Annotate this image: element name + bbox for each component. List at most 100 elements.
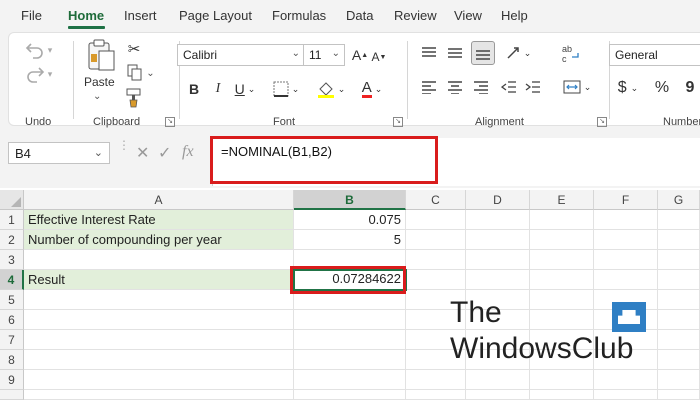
comma-style-button[interactable]: 9 bbox=[679, 77, 700, 99]
empty-cell[interactable] bbox=[594, 390, 658, 400]
column-header-d[interactable]: D bbox=[466, 190, 530, 210]
cell-b4[interactable]: 0.07284622 bbox=[293, 269, 407, 291]
percent-button[interactable]: % bbox=[651, 77, 673, 99]
empty-cell[interactable] bbox=[466, 370, 530, 390]
empty-cell[interactable] bbox=[24, 390, 294, 400]
empty-cell[interactable] bbox=[658, 310, 700, 330]
row-header-1[interactable]: 1 bbox=[0, 210, 24, 230]
empty-cell[interactable] bbox=[24, 350, 294, 370]
empty-cell[interactable] bbox=[530, 390, 594, 400]
row-header-4[interactable]: 4 bbox=[0, 270, 24, 290]
cell-b2[interactable]: 5 bbox=[294, 230, 406, 250]
empty-cell[interactable] bbox=[658, 390, 700, 400]
merge-center-icon[interactable]: ⌄ bbox=[557, 77, 597, 97]
align-right-icon[interactable] bbox=[471, 77, 491, 97]
empty-cell[interactable] bbox=[406, 250, 466, 270]
empty-cell[interactable] bbox=[24, 310, 294, 330]
empty-cell[interactable] bbox=[594, 230, 658, 250]
row-header-8[interactable]: 8 bbox=[0, 350, 24, 370]
column-header-f[interactable]: F bbox=[594, 190, 658, 210]
menu-help[interactable]: Help bbox=[501, 8, 528, 23]
align-bottom-icon[interactable] bbox=[471, 41, 495, 65]
empty-cell[interactable] bbox=[530, 230, 594, 250]
increase-indent-icon[interactable] bbox=[523, 77, 543, 97]
row-header-6[interactable]: 6 bbox=[0, 310, 24, 330]
empty-cell[interactable] bbox=[530, 290, 594, 310]
cut-icon[interactable]: ✂ bbox=[124, 39, 144, 59]
column-header-c[interactable]: C bbox=[406, 190, 466, 210]
empty-cell[interactable] bbox=[406, 210, 466, 230]
italic-button[interactable]: I bbox=[209, 79, 227, 99]
column-header-b[interactable]: B bbox=[294, 190, 406, 210]
cell-a1[interactable]: Effective Interest Rate bbox=[24, 210, 294, 230]
menu-home[interactable]: Home bbox=[68, 8, 104, 23]
column-header-e[interactable]: E bbox=[530, 190, 594, 210]
empty-cell[interactable] bbox=[294, 250, 406, 270]
paste-dropdown-icon[interactable]: ⌄ bbox=[93, 91, 101, 102]
empty-cell[interactable] bbox=[658, 230, 700, 250]
empty-cell[interactable] bbox=[24, 290, 294, 310]
font-name-select[interactable]: Calibri ⌄ bbox=[177, 44, 305, 66]
row-header-5[interactable]: 5 bbox=[0, 290, 24, 310]
empty-cell[interactable] bbox=[294, 390, 406, 400]
font-color-icon[interactable]: A ⌄ bbox=[355, 77, 389, 101]
empty-cell[interactable] bbox=[658, 350, 700, 370]
menu-data[interactable]: Data bbox=[346, 8, 373, 23]
empty-cell[interactable] bbox=[658, 250, 700, 270]
undo-icon[interactable]: ▾ bbox=[23, 39, 53, 61]
empty-cell[interactable] bbox=[658, 210, 700, 230]
menu-file[interactable]: File bbox=[21, 8, 42, 23]
underline-button[interactable]: U ⌄ bbox=[231, 79, 259, 99]
align-top-icon[interactable] bbox=[419, 43, 439, 63]
row-header-7[interactable]: 7 bbox=[0, 330, 24, 350]
font-grow-icon[interactable]: A ▲ bbox=[351, 45, 369, 65]
empty-cell[interactable] bbox=[530, 270, 594, 290]
name-box[interactable]: B4 ⌄ bbox=[8, 142, 110, 164]
clipboard-launcher-icon[interactable]: ↘ bbox=[165, 117, 175, 127]
empty-cell[interactable] bbox=[594, 210, 658, 230]
orientation-icon[interactable]: ⌄ bbox=[501, 43, 535, 63]
select-all-button[interactable] bbox=[0, 190, 24, 210]
empty-cell[interactable] bbox=[466, 210, 530, 230]
align-left-icon[interactable] bbox=[419, 77, 439, 97]
cell-a2[interactable]: Number of compounding per year bbox=[24, 230, 294, 250]
menu-insert[interactable]: Insert bbox=[124, 8, 157, 23]
empty-cell[interactable] bbox=[24, 370, 294, 390]
menu-page-layout[interactable]: Page Layout bbox=[179, 8, 252, 23]
menu-formulas[interactable]: Formulas bbox=[272, 8, 326, 23]
cell-a4[interactable]: Result bbox=[24, 270, 294, 290]
empty-cell[interactable] bbox=[406, 370, 466, 390]
empty-cell[interactable] bbox=[294, 310, 406, 330]
empty-cell[interactable] bbox=[294, 290, 406, 310]
empty-cell[interactable] bbox=[658, 290, 700, 310]
formula-bar-grip[interactable]: ⋮ bbox=[118, 139, 130, 164]
column-header-g[interactable]: G bbox=[658, 190, 700, 210]
paste-icon[interactable] bbox=[83, 37, 119, 73]
fill-color-icon[interactable]: ⌄ bbox=[313, 79, 349, 99]
empty-cell[interactable] bbox=[594, 370, 658, 390]
empty-cell[interactable] bbox=[294, 330, 406, 350]
cancel-icon[interactable]: ✕ bbox=[136, 143, 149, 163]
empty-cell[interactable] bbox=[658, 270, 700, 290]
row-header-10[interactable] bbox=[0, 390, 24, 400]
row-header-2[interactable]: 2 bbox=[0, 230, 24, 250]
bold-button[interactable]: B bbox=[185, 79, 203, 99]
empty-cell[interactable] bbox=[466, 250, 530, 270]
empty-cell[interactable] bbox=[406, 270, 466, 290]
row-header-9[interactable]: 9 bbox=[0, 370, 24, 390]
insert-function-icon[interactable]: fx bbox=[182, 143, 194, 161]
empty-cell[interactable] bbox=[406, 390, 466, 400]
font-size-select[interactable]: 11 ⌄ bbox=[303, 44, 345, 66]
empty-cell[interactable] bbox=[24, 250, 294, 270]
formula-input[interactable]: =NOMINAL(B1,B2) bbox=[212, 138, 700, 186]
number-format-select[interactable]: General bbox=[609, 44, 700, 66]
cell-b1[interactable]: 0.075 bbox=[294, 210, 406, 230]
empty-cell[interactable] bbox=[466, 270, 530, 290]
chevron-down-icon[interactable]: ⌄ bbox=[94, 146, 103, 159]
align-center-icon[interactable] bbox=[445, 77, 465, 97]
empty-cell[interactable] bbox=[658, 330, 700, 350]
font-launcher-icon[interactable]: ↘ bbox=[393, 117, 403, 127]
empty-cell[interactable] bbox=[530, 310, 594, 330]
empty-cell[interactable] bbox=[594, 250, 658, 270]
borders-icon[interactable]: ⌄ bbox=[269, 79, 303, 99]
